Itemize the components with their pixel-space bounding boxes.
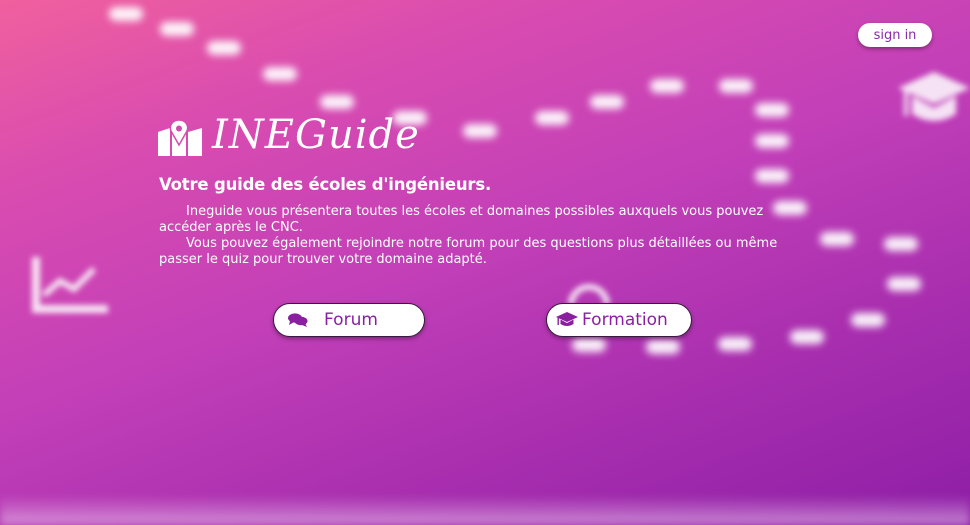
graduation-cap-icon [898, 72, 970, 121]
tagline: Votre guide des écoles d'ingénieurs. [159, 175, 492, 194]
comments-icon [288, 313, 308, 327]
sign-in-button[interactable]: sign in [858, 23, 932, 47]
graduation-cap-icon [556, 311, 578, 329]
forum-button[interactable]: Forum [273, 303, 425, 337]
brand: INEGuide [158, 112, 420, 158]
intro-paragraph-2: Vous pouvez également rejoindre notre fo… [159, 236, 778, 267]
formation-label: Formation [582, 310, 668, 330]
brand-title: INEGuide [212, 112, 420, 158]
intro-paragraph-1: Ineguide vous présentera toutes les écol… [159, 204, 764, 235]
intro-text: Ineguide vous présentera toutes les écol… [159, 204, 819, 268]
formation-button[interactable]: Formation [546, 303, 692, 337]
forum-label: Forum [324, 310, 378, 330]
map-pin-icon [158, 120, 202, 156]
chart-icon [32, 257, 108, 313]
